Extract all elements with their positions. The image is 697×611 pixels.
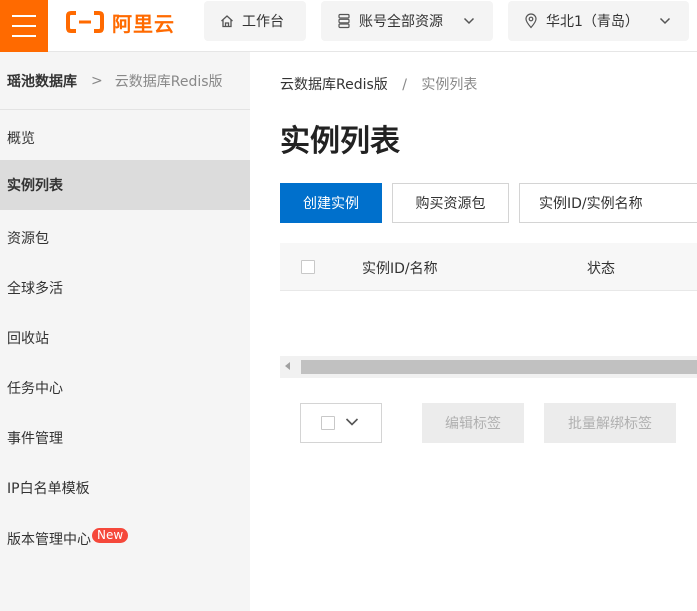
column-header-status: 状态	[587, 261, 615, 277]
sidebar-item-label: 回收站	[7, 331, 49, 347]
buy-resource-package-button[interactable]: 购买资源包	[392, 183, 509, 223]
sidebar-item-label: 任务中心	[7, 381, 63, 397]
region-selector-dropdown[interactable]: 华北1（青岛）	[508, 1, 689, 41]
sidebar-item-label: 概览	[7, 131, 35, 147]
home-icon	[221, 15, 233, 28]
breadcrumb: 云数据库Redis版 / 实例列表	[280, 74, 477, 94]
sidebar: 瑶池数据库 > 云数据库Redis版 概览 实例列表 资源包 全球多活 回收站 …	[0, 52, 250, 611]
sidebar-item-recycle-bin[interactable]: 回收站	[0, 313, 250, 363]
aliyun-logo-icon	[66, 11, 104, 33]
create-instance-button[interactable]: 创建实例	[280, 183, 382, 223]
instance-table-header: 实例ID/名称 状态	[280, 243, 697, 291]
workbench-button[interactable]: 工作台	[204, 1, 306, 41]
sidebar-item-resource-package[interactable]: 资源包	[0, 213, 250, 263]
menu-icon-bar	[12, 25, 36, 27]
batch-select-checkbox[interactable]	[321, 416, 335, 430]
sidebar-item-label: 事件管理	[7, 431, 63, 447]
batch-unbind-tags-button[interactable]: 批量解绑标签	[544, 403, 676, 443]
sidebar-item-label: 版本管理中心	[7, 532, 91, 548]
sidebar-item-task-center[interactable]: 任务中心	[0, 363, 250, 413]
scroll-left-arrow-icon[interactable]	[285, 362, 290, 370]
database-stack-icon	[338, 13, 350, 29]
aliyun-logo[interactable]: 阿里云	[66, 8, 175, 36]
sidebar-item-overview[interactable]: 概览	[0, 113, 250, 163]
page-title: 实例列表	[280, 124, 400, 159]
sidebar-breadcrumb-current: 云数据库Redis版	[114, 73, 223, 90]
sidebar-breadcrumb: 瑶池数据库 > 云数据库Redis版	[0, 52, 250, 110]
location-pin-icon	[525, 13, 537, 29]
account-resources-dropdown[interactable]: 账号全部资源	[321, 1, 493, 41]
menu-icon	[12, 15, 36, 17]
sidebar-breadcrumb-separator: >	[91, 72, 103, 89]
breadcrumb-separator: /	[402, 77, 407, 93]
sidebar-item-label: IP白名单模板	[7, 481, 90, 497]
chevron-down-icon	[345, 418, 359, 426]
scrollbar-thumb[interactable]	[301, 360, 697, 374]
new-badge: New	[92, 527, 129, 543]
chevron-down-icon	[463, 17, 475, 25]
breadcrumb-current: 实例列表	[421, 77, 478, 93]
breadcrumb-parent[interactable]: 云数据库Redis版	[280, 77, 388, 93]
sidebar-item-version-management[interactable]: 版本管理中心 New	[0, 514, 250, 564]
horizontal-scrollbar[interactable]	[280, 356, 697, 378]
batch-select-dropdown[interactable]	[300, 403, 382, 443]
column-header-instance-id: 实例ID/名称	[362, 261, 438, 277]
select-all-checkbox[interactable]	[301, 260, 315, 274]
workbench-label: 工作台	[242, 14, 284, 30]
sidebar-item-global-active[interactable]: 全球多活	[0, 263, 250, 313]
logo-text: 阿里云	[112, 11, 175, 36]
top-navigation-bar: 阿里云 工作台 账号全部资源 华北1（青岛）	[0, 0, 697, 52]
menu-icon-bar	[12, 35, 36, 37]
chevron-down-icon	[659, 17, 671, 25]
sidebar-item-ip-whitelist-template[interactable]: IP白名单模板	[0, 463, 250, 513]
account-resources-label: 账号全部资源	[359, 14, 443, 30]
sidebar-item-instance-list[interactable]: 实例列表	[0, 160, 250, 210]
region-label: 华北1（青岛）	[546, 14, 639, 30]
search-filter-label: 实例ID/实例名称	[539, 196, 643, 212]
search-filter-select[interactable]: 实例ID/实例名称	[519, 183, 697, 223]
sidebar-item-label: 全球多活	[7, 281, 63, 297]
hamburger-menu-button[interactable]	[0, 0, 48, 52]
sidebar-item-label: 实例列表	[7, 178, 63, 194]
edit-tags-button[interactable]: 编辑标签	[422, 403, 524, 443]
sidebar-item-label: 资源包	[7, 231, 49, 247]
sidebar-breadcrumb-root[interactable]: 瑶池数据库	[7, 71, 77, 91]
sidebar-item-event-management[interactable]: 事件管理	[0, 413, 250, 463]
